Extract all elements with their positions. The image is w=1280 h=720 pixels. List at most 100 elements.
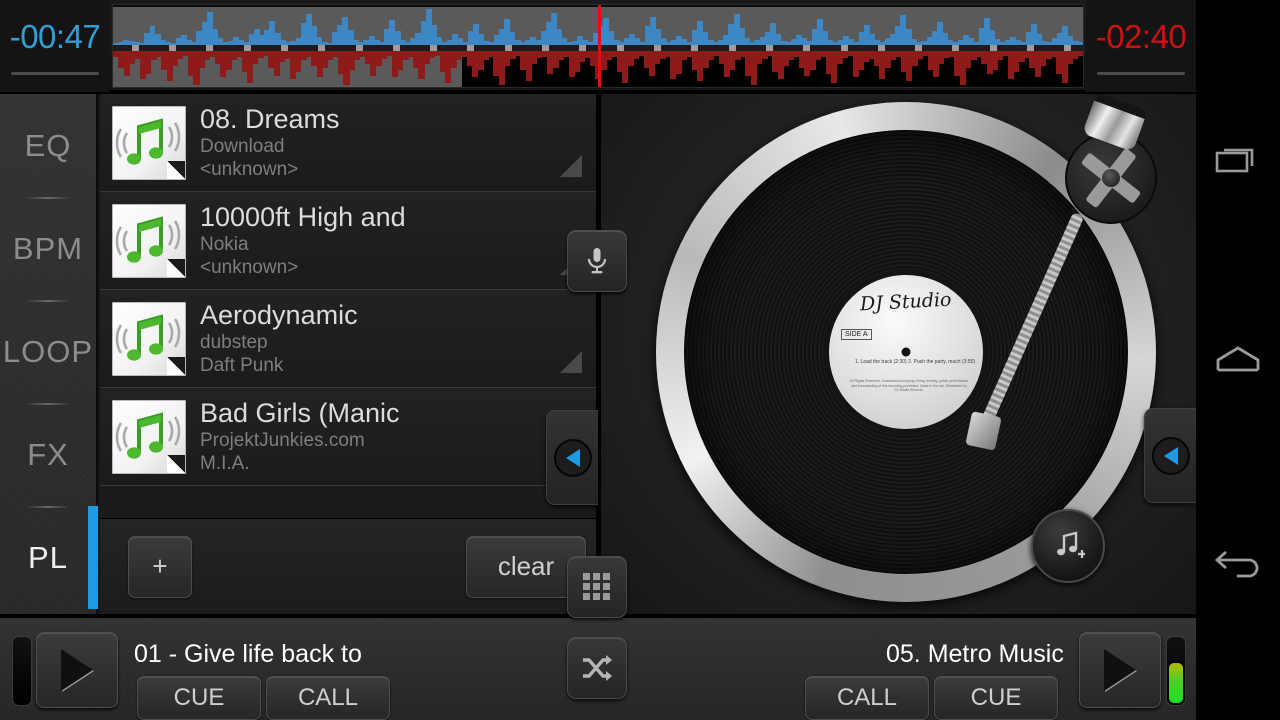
music-file-icon <box>112 399 186 474</box>
left-deck-track-title: 01 - Give life back to <box>134 640 362 668</box>
sidebar-item-eq[interactable]: EQ <box>0 94 96 197</box>
clear-playlist-label: clear <box>497 551 555 581</box>
play-icon <box>1104 649 1136 691</box>
add-music-icon <box>1051 530 1085 562</box>
vinyl-record[interactable]: DJ Studio SIDE A 1. Load the track (2:30… <box>684 130 1128 574</box>
record-label-fineprint: All Rights Reserved. Unauthorised copyin… <box>849 379 969 393</box>
dj-app-window: -00:47 -02:40 EQ BPM LOOP FX PL 08. Drea… <box>0 0 1280 720</box>
sidebar-item-label: BPM <box>12 230 84 266</box>
sidebar-item-fx[interactable]: FX <box>0 403 96 506</box>
recents-icon <box>1215 141 1261 179</box>
track-album: Nokia <box>200 234 249 255</box>
record-label-tracklist: 1. Load the track (2:30) 2. Push the par… <box>855 359 975 365</box>
track-album: Download <box>200 136 285 157</box>
track-album: dubstep <box>200 332 268 353</box>
playlist-footer: + clear <box>100 518 596 614</box>
music-file-icon <box>112 301 186 376</box>
right-panel-flap[interactable] <box>1144 408 1196 503</box>
microphone-button[interactable] <box>567 230 627 292</box>
grid-icon <box>582 572 612 602</box>
left-timer-underline <box>11 71 99 75</box>
track-meta: Bad Girls (Manic ProjektJunkies.com M.I.A. <box>200 398 596 475</box>
sidebar-item-label: LOOP <box>2 333 94 369</box>
left-deck-timer: -00:47 <box>0 0 110 92</box>
nav-recents-button[interactable] <box>1196 105 1280 215</box>
waveform-display[interactable] <box>112 4 1084 88</box>
left-cue-label: CUE <box>173 684 225 711</box>
record-label-logo: DJ Studio <box>859 288 953 316</box>
chevron-left-icon <box>553 438 592 477</box>
track-artist: M.I.A. <box>200 453 250 474</box>
right-cue-button[interactable]: CUE <box>934 676 1058 720</box>
waveform-bar <box>1077 51 1083 56</box>
record-spindle-hole <box>901 347 911 357</box>
track-row[interactable]: Aerodynamic dubstep Daft Punk <box>100 290 596 388</box>
nav-home-button[interactable] <box>1196 305 1280 415</box>
playlist-track-list[interactable]: 08. Dreams Download <unknown> 10000ft High … <box>100 94 596 518</box>
add-track-button[interactable]: + <box>128 535 192 598</box>
left-call-button[interactable]: CALL <box>266 676 390 720</box>
play-icon <box>61 649 93 691</box>
track-meta: 10000ft High and Nokia <unknown> <box>200 202 596 279</box>
right-level-meter <box>1166 636 1186 706</box>
track-meta: 08. Dreams Download <unknown> <box>200 104 596 181</box>
pads-grid-button[interactable] <box>567 556 627 618</box>
panel-divider <box>596 94 601 614</box>
playlist-panel: 08. Dreams Download <unknown> 10000ft High … <box>100 94 596 614</box>
right-level-meter-fill <box>1169 663 1183 703</box>
music-file-icon <box>112 105 186 180</box>
tonearm-pivot <box>1065 132 1157 224</box>
track-row[interactable]: Bad Girls (Manic ProjektJunkies.com M.I.A. <box>100 388 596 486</box>
playhead-marker <box>598 5 601 87</box>
track-context-corner[interactable] <box>560 351 582 373</box>
track-album: ProjektJunkies.com <box>200 430 365 451</box>
record-label-side: SIDE A <box>841 329 872 340</box>
right-timer-value: -02:40 <box>1095 17 1187 55</box>
waveform-bar: -00:47 -02:40 <box>0 0 1196 92</box>
turntable-panel[interactable]: DJ Studio SIDE A 1. Load the track (2:30… <box>601 92 1196 614</box>
left-level-meter <box>12 636 32 706</box>
microphone-icon <box>584 246 610 276</box>
chevron-left-icon <box>1151 436 1190 475</box>
left-cue-button[interactable]: CUE <box>137 676 261 720</box>
track-artist: Daft Punk <box>200 355 284 376</box>
right-cue-label: CUE <box>970 684 1022 711</box>
sidebar-item-loop[interactable]: LOOP <box>0 300 96 403</box>
back-icon <box>1213 542 1263 578</box>
add-track-label: + <box>152 551 168 581</box>
track-context-corner[interactable] <box>560 155 582 177</box>
left-panel-flap[interactable] <box>546 410 598 505</box>
sidebar-item-label: EQ <box>24 127 72 163</box>
nav-back-button[interactable] <box>1196 505 1280 615</box>
sidebar-item-label: PL <box>28 539 68 575</box>
home-icon <box>1215 344 1261 376</box>
track-title: 10000ft High and <box>200 202 406 232</box>
sidebar-item-label: FX <box>27 436 69 472</box>
track-title: Aerodynamic <box>200 300 358 330</box>
track-artist: <unknown> <box>200 257 299 278</box>
right-timer-underline <box>1097 71 1185 75</box>
shuffle-button[interactable] <box>567 637 627 699</box>
track-artist: <unknown> <box>200 159 299 180</box>
track-title: Bad Girls (Manic <box>200 398 400 428</box>
track-row[interactable]: 08. Dreams Download <unknown> <box>100 94 596 192</box>
track-row[interactable]: 10000ft High and Nokia <unknown> <box>100 192 596 290</box>
mode-tab-strip: EQ BPM LOOP FX PL <box>0 94 98 614</box>
right-call-label: CALL <box>836 684 898 711</box>
record-label: DJ Studio SIDE A 1. Load the track (2:30… <box>823 269 989 435</box>
track-title: 08. Dreams <box>200 104 340 134</box>
shuffle-icon <box>581 654 613 682</box>
right-play-button[interactable] <box>1079 632 1161 708</box>
right-call-button[interactable]: CALL <box>805 676 929 720</box>
load-track-button[interactable] <box>1031 509 1105 583</box>
right-deck-timer: -02:40 <box>1086 0 1196 92</box>
android-navigation-bar <box>1196 0 1280 720</box>
sidebar-item-bpm[interactable]: BPM <box>0 197 96 300</box>
right-deck-track-title: 05. Metro Music <box>886 640 1064 668</box>
left-play-button[interactable] <box>36 632 118 708</box>
track-meta: Aerodynamic dubstep Daft Punk <box>200 300 596 377</box>
left-call-label: CALL <box>297 684 359 711</box>
tonearm-pivot-cap <box>1102 169 1120 187</box>
sidebar-item-pl[interactable]: PL <box>0 506 98 609</box>
left-timer-value: -00:47 <box>9 17 101 55</box>
